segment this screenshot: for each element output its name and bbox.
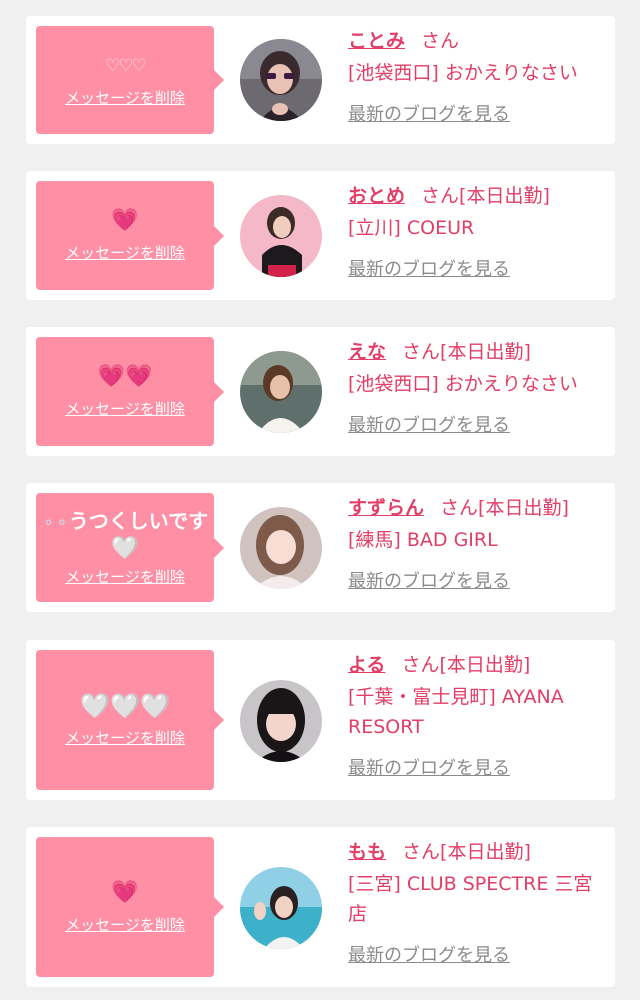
sender-info: ことみ さん [池袋西口] おかえりなさい 最新のブログを見る bbox=[348, 26, 610, 130]
message-card: 💗 メッセージを削除 もも さん[本日出勤] [三宮] CLUB SPECTRE … bbox=[26, 827, 615, 987]
message-card: ♡♡♡ メッセージを削除 ことみ さん [池袋西口] おかえりなさい 最新のブログ… bbox=[26, 16, 615, 144]
honorific: さん bbox=[421, 185, 460, 207]
avatar[interactable] bbox=[240, 680, 322, 762]
message-card: 🤍🤍🤍 メッセージを削除 よる さん[本日出勤] [千葉・富士見町] AYANA … bbox=[26, 640, 615, 800]
delete-message-link[interactable]: メッセージを削除 bbox=[65, 914, 185, 935]
sender-name-link[interactable]: よる bbox=[348, 654, 385, 676]
delete-message-link[interactable]: メッセージを削除 bbox=[65, 727, 185, 748]
message-bubble: ⚬⚬うつくしいです 🤍 メッセージを削除 bbox=[36, 493, 224, 602]
avatar[interactable] bbox=[240, 507, 322, 589]
avatar[interactable] bbox=[240, 195, 322, 277]
avatar[interactable] bbox=[240, 867, 322, 949]
message-text: ♡♡♡ bbox=[105, 55, 147, 76]
message-card: 💗 メッセージを削除 おとめ さん[本日出勤] [立川] COEUR 最新のブログ… bbox=[26, 171, 615, 300]
latest-blog-link[interactable]: 最新のブログを見る bbox=[348, 255, 610, 285]
latest-blog-link[interactable]: 最新のブログを見る bbox=[348, 941, 610, 971]
latest-blog-link[interactable]: 最新のブログを見る bbox=[348, 100, 610, 130]
delete-message-link[interactable]: メッセージを削除 bbox=[65, 242, 185, 263]
honorific: さん bbox=[440, 497, 479, 519]
sender-name-link[interactable]: ことみ bbox=[348, 30, 405, 52]
honorific: さん bbox=[421, 30, 460, 52]
latest-blog-link[interactable]: 最新のブログを見る bbox=[348, 754, 610, 784]
delete-message-link[interactable]: メッセージを削除 bbox=[65, 398, 185, 419]
shop-name: [千葉・富士見町] AYANA RESORT bbox=[348, 686, 564, 738]
avatar[interactable] bbox=[240, 351, 322, 433]
message-text: 🤍🤍🤍 bbox=[80, 691, 170, 720]
sparkle-icon: ⚬⚬ bbox=[41, 513, 69, 532]
status-badge: [本日出勤] bbox=[459, 185, 550, 207]
status-badge: [本日出勤] bbox=[440, 841, 531, 863]
honorific: さん bbox=[402, 341, 441, 363]
shop-name: [池袋西口] おかえりなさい bbox=[348, 62, 578, 84]
sender-name-link[interactable]: もも bbox=[348, 841, 386, 863]
delete-message-link[interactable]: メッセージを削除 bbox=[65, 87, 185, 108]
sender-info: よる さん[本日出勤] [千葉・富士見町] AYANA RESORT 最新のブログ… bbox=[348, 650, 610, 784]
message-text: 💗 bbox=[111, 208, 139, 233]
message-bubble: 💗 メッセージを削除 bbox=[36, 837, 224, 977]
honorific: さん bbox=[402, 841, 441, 863]
sender-info: えな さん[本日出勤] [池袋西口] おかえりなさい 最新のブログを見る bbox=[348, 337, 610, 441]
honorific: さん bbox=[401, 654, 440, 676]
latest-blog-link[interactable]: 最新のブログを見る bbox=[348, 411, 610, 441]
message-text: 💗 bbox=[111, 879, 139, 905]
status-badge: [本日出勤] bbox=[439, 654, 531, 676]
sender-name-link[interactable]: すずらん bbox=[348, 497, 424, 519]
sender-name-link[interactable]: おとめ bbox=[348, 185, 405, 207]
delete-message-link[interactable]: メッセージを削除 bbox=[65, 566, 185, 587]
status-badge: [本日出勤] bbox=[478, 497, 569, 519]
shop-name: [三宮] CLUB SPECTRE 三宮店 bbox=[348, 873, 593, 925]
status-badge: [本日出勤] bbox=[440, 341, 531, 363]
message-text: 💗💗 bbox=[97, 364, 153, 389]
white-heart-icon: 🤍 bbox=[111, 536, 139, 561]
shop-name: [立川] COEUR bbox=[348, 217, 475, 239]
message-bubble: ♡♡♡ メッセージを削除 bbox=[36, 26, 224, 134]
sender-info: すずらん さん[本日出勤] [練馬] BAD GIRL 最新のブログを見る bbox=[348, 493, 610, 597]
message-bubble: 💗 メッセージを削除 bbox=[36, 181, 224, 290]
sender-info: おとめ さん[本日出勤] [立川] COEUR 最新のブログを見る bbox=[348, 181, 610, 285]
sender-info: もも さん[本日出勤] [三宮] CLUB SPECTRE 三宮店 最新のブログを… bbox=[348, 837, 610, 971]
shop-name: [池袋西口] おかえりなさい bbox=[348, 373, 578, 395]
message-bubble: 🤍🤍🤍 メッセージを削除 bbox=[36, 650, 224, 790]
message-card: ⚬⚬うつくしいです 🤍 メッセージを削除 すずらん さん[本日出勤] [練馬] B… bbox=[26, 483, 615, 612]
message-card: 💗💗 メッセージを削除 えな さん[本日出勤] [池袋西口] おかえりなさい 最新… bbox=[26, 327, 615, 456]
message-bubble: 💗💗 メッセージを削除 bbox=[36, 337, 224, 446]
message-text: ⚬⚬うつくしいです bbox=[41, 509, 209, 533]
sender-name-link[interactable]: えな bbox=[348, 341, 386, 363]
shop-name: [練馬] BAD GIRL bbox=[348, 529, 498, 551]
latest-blog-link[interactable]: 最新のブログを見る bbox=[348, 567, 610, 597]
avatar[interactable] bbox=[240, 39, 322, 121]
